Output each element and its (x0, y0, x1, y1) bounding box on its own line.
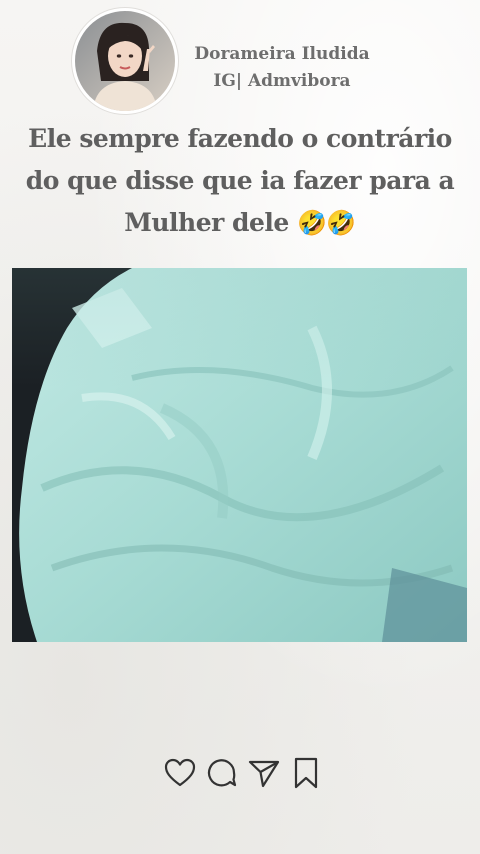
share-icon (248, 760, 280, 788)
avatar-photo (75, 11, 175, 111)
bedsheet-video-frame (12, 268, 467, 642)
profile-handle[interactable]: IG| Admvibora (182, 71, 382, 91)
post-video[interactable] (12, 268, 467, 642)
like-button[interactable] (162, 755, 198, 791)
share-button[interactable] (246, 755, 282, 791)
laughing-emoji: 🤣🤣 (297, 209, 356, 237)
heart-icon (164, 758, 196, 787)
avatar[interactable] (72, 8, 178, 114)
post-actions (162, 754, 324, 792)
post-caption: Ele sempre fazendo o contrário do que di… (10, 118, 470, 244)
comment-button[interactable] (204, 755, 240, 791)
comment-icon (207, 759, 237, 787)
caption-text: Ele sempre fazendo o contrário do que di… (25, 124, 455, 237)
profile-name[interactable]: Dorameira Iludida (182, 44, 382, 64)
save-button[interactable] (288, 755, 324, 791)
bookmark-icon (294, 757, 318, 789)
